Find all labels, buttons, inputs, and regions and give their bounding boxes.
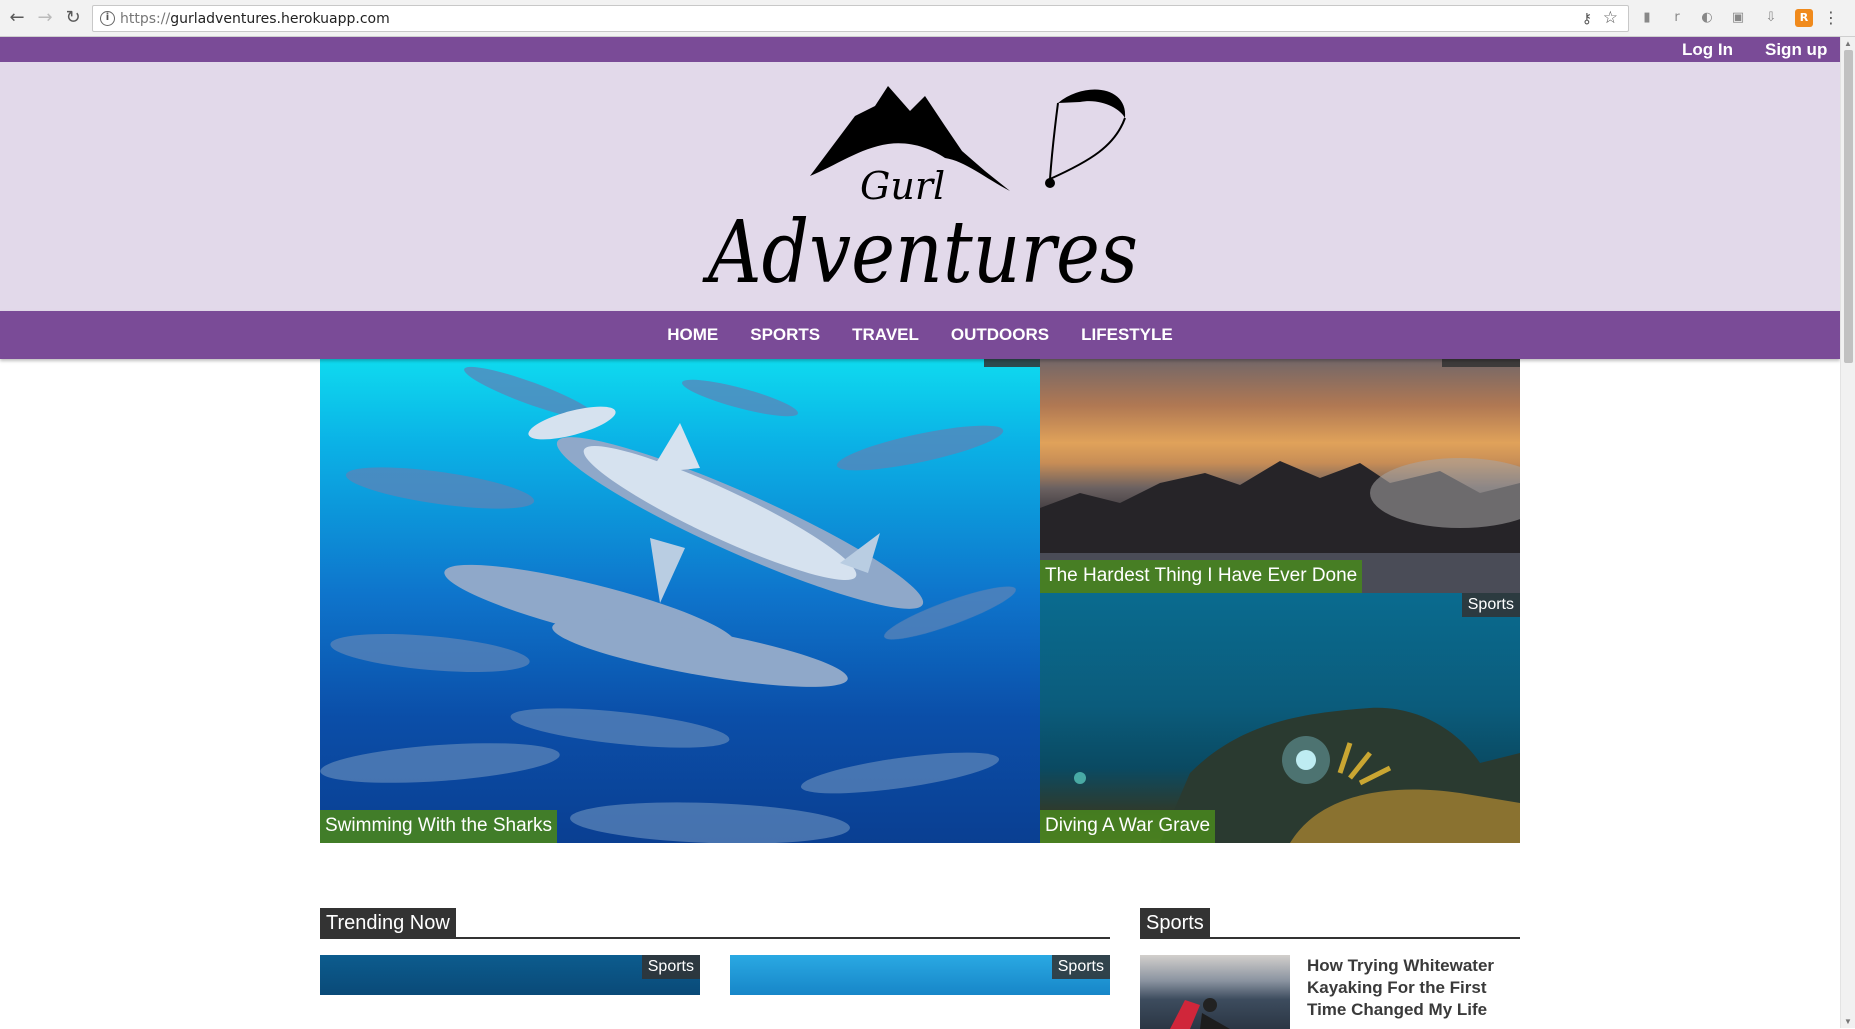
kayak-image	[1170, 998, 1230, 1029]
key-icon[interactable]: ⚷	[1582, 10, 1592, 27]
forward-icon[interactable]: →	[34, 7, 56, 29]
category-badge[interactable]: Sports	[1051, 955, 1110, 979]
post-title[interactable]: How Trying Whitewater Kayaking For the F…	[1307, 955, 1527, 1021]
browser-menu-icon[interactable]: ⋮	[1822, 9, 1840, 27]
bookmark-star-icon[interactable]: ☆	[1603, 8, 1618, 28]
kayak-thumbnail[interactable]	[1140, 955, 1290, 1029]
reload-icon[interactable]: ↻	[62, 7, 84, 29]
extension-globe-icon[interactable]: ◐	[1698, 9, 1716, 27]
section-title: Trending Now	[320, 908, 456, 938]
browser-toolbar: ← → ↻ i https://gurladventures.herokuapp…	[0, 0, 1855, 37]
trending-card[interactable]: Sports	[730, 955, 1110, 995]
sports-list-item[interactable]: How Trying Whitewater Kayaking For the F…	[1140, 955, 1520, 1029]
extension-box-icon[interactable]: ▣	[1729, 9, 1747, 27]
category-badge[interactable]: Sports	[1461, 593, 1520, 617]
mountain-sunset-image	[1040, 458, 1520, 593]
sports-section-header: Sports	[1140, 908, 1520, 939]
section-title: Sports	[1140, 908, 1210, 938]
nav-lifestyle[interactable]: LIFESTYLE	[1081, 325, 1173, 345]
address-bar[interactable]: i https://gurladventures.herokuapp.com ⚷…	[92, 5, 1629, 32]
sharks-image	[320, 366, 1016, 843]
featured-post-sharks[interactable]: Travel Swimming With the Sharks	[320, 343, 1040, 843]
signup-link[interactable]: Sign up	[1765, 40, 1827, 60]
nav-travel[interactable]: TRAVEL	[852, 325, 919, 345]
featured-post-hardest-thing[interactable]: Outdoors The Hardest Thing I Have Ever D…	[1040, 343, 1520, 593]
site-header: Gurl Adventures	[0, 62, 1840, 311]
url-host: gurladventures.herokuapp.com	[170, 11, 390, 27]
nav-outdoors[interactable]: OUTDOORS	[951, 325, 1049, 345]
trending-section-header: Trending Now	[320, 908, 1110, 939]
site-logo[interactable]: Gurl Adventures	[700, 66, 1150, 306]
logo-word-gurl: Gurl	[860, 164, 945, 208]
login-link[interactable]: Log In	[1682, 40, 1733, 60]
post-title[interactable]: Diving A War Grave	[1040, 810, 1216, 843]
featured-post-war-grave[interactable]: Sports Diving A War Grave	[1040, 593, 1520, 843]
extension-r-icon[interactable]: r	[1668, 9, 1686, 27]
site-info-icon[interactable]: i	[100, 11, 115, 26]
url-scheme: https://	[120, 11, 171, 27]
url-text[interactable]: https://gurladventures.herokuapp.com	[120, 11, 390, 27]
scrollbar-thumb[interactable]	[1844, 50, 1853, 363]
category-badge[interactable]: Sports	[641, 955, 700, 979]
nav-sports[interactable]: SPORTS	[750, 325, 820, 345]
extension-orange-icon[interactable]: R	[1795, 9, 1813, 27]
post-title[interactable]: Swimming With the Sharks	[320, 810, 558, 843]
scroll-down-icon[interactable]: ▼	[1844, 1017, 1852, 1026]
diver-wreck-image	[1074, 707, 1520, 843]
account-bar: Log In Sign up	[0, 37, 1840, 62]
back-icon[interactable]: ←	[6, 7, 28, 29]
featured-grid: Travel Swimming With the Sharks Outdoors…	[320, 343, 1520, 843]
logo-word-adventures: Adventures	[702, 203, 1138, 303]
post-title[interactable]: The Hardest Thing I Have Ever Done	[1040, 560, 1363, 593]
extension-bar-icon[interactable]: ▮	[1638, 9, 1656, 27]
main-navigation: HOME SPORTS TRAVEL OUTDOORS LIFESTYLE	[0, 311, 1840, 359]
scroll-up-icon[interactable]: ▲	[1844, 39, 1852, 48]
download-icon[interactable]: ⇩	[1762, 9, 1780, 27]
page-scrollbar[interactable]: ▲ ▼	[1840, 37, 1855, 1028]
trending-card[interactable]: Sports	[320, 955, 700, 995]
nav-home[interactable]: HOME	[667, 325, 718, 345]
